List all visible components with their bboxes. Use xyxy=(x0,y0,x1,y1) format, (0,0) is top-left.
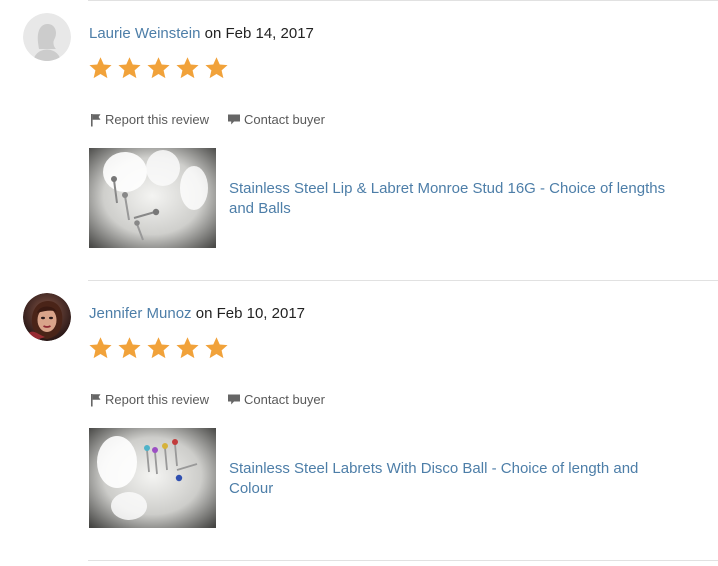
star-icon xyxy=(205,337,228,359)
contact-buyer-link[interactable]: Contact buyer xyxy=(227,112,325,127)
review-item: Jennifer Munoz on Feb 10, 2017 Report th… xyxy=(0,280,718,560)
product-title-link[interactable]: Stainless Steel Lip & Labret Monroe Stud… xyxy=(229,179,679,219)
flag-icon xyxy=(91,113,101,126)
review-actions: Report this review Contact buyer xyxy=(90,392,325,407)
product-title-link[interactable]: Stainless Steel Labrets With Disco Ball … xyxy=(229,459,679,499)
review-date: Feb 14, 2017 xyxy=(225,25,314,42)
star-rating xyxy=(88,56,229,82)
review-byline: Laurie Weinstein on Feb 14, 2017 xyxy=(89,25,314,43)
review-actions: Report this review Contact buyer xyxy=(90,112,325,127)
star-icon xyxy=(205,57,228,79)
report-review-link[interactable]: Report this review xyxy=(90,112,209,127)
contact-buyer-label: Contact buyer xyxy=(244,392,325,407)
reviewer-name-link[interactable]: Jennifer Munoz xyxy=(89,305,192,322)
star-icon xyxy=(176,337,199,359)
star-icon xyxy=(89,57,112,79)
star-icon xyxy=(118,337,141,359)
user-photo-avatar xyxy=(23,293,71,341)
product-thumbnail[interactable] xyxy=(89,148,216,248)
review-on-text: on xyxy=(195,305,213,322)
star-icon xyxy=(147,337,170,359)
review-date: Feb 10, 2017 xyxy=(216,305,305,322)
product-photo xyxy=(89,148,216,248)
purchased-product: Stainless Steel Lip & Labret Monroe Stud… xyxy=(89,148,709,250)
product-photo xyxy=(89,428,216,528)
star-icon xyxy=(147,57,170,79)
contact-buyer-label: Contact buyer xyxy=(244,112,325,127)
report-review-link[interactable]: Report this review xyxy=(90,392,209,407)
star-icon xyxy=(118,57,141,79)
chat-bubble-icon xyxy=(228,114,241,125)
star-rating xyxy=(88,336,229,362)
review-byline: Jennifer Munoz on Feb 10, 2017 xyxy=(89,305,305,323)
product-thumbnail[interactable] xyxy=(89,428,216,528)
review-feed: Laurie Weinstein on Feb 14, 2017 Report … xyxy=(0,0,718,566)
reviewer-avatar[interactable] xyxy=(23,13,71,61)
reviewer-avatar[interactable] xyxy=(23,293,71,341)
purchased-product: Stainless Steel Labrets With Disco Ball … xyxy=(89,428,709,530)
star-icon xyxy=(176,57,199,79)
default-user-silhouette-icon xyxy=(23,13,71,61)
contact-buyer-link[interactable]: Contact buyer xyxy=(227,392,325,407)
bottom-divider xyxy=(88,560,718,561)
review-on-text: on xyxy=(204,25,222,42)
chat-bubble-icon xyxy=(228,394,241,405)
star-icon xyxy=(89,337,112,359)
report-review-label: Report this review xyxy=(105,392,210,407)
reviewer-name-link[interactable]: Laurie Weinstein xyxy=(89,25,200,42)
review-item: Laurie Weinstein on Feb 14, 2017 Report … xyxy=(0,0,718,280)
flag-icon xyxy=(91,393,101,406)
report-review-label: Report this review xyxy=(105,112,210,127)
